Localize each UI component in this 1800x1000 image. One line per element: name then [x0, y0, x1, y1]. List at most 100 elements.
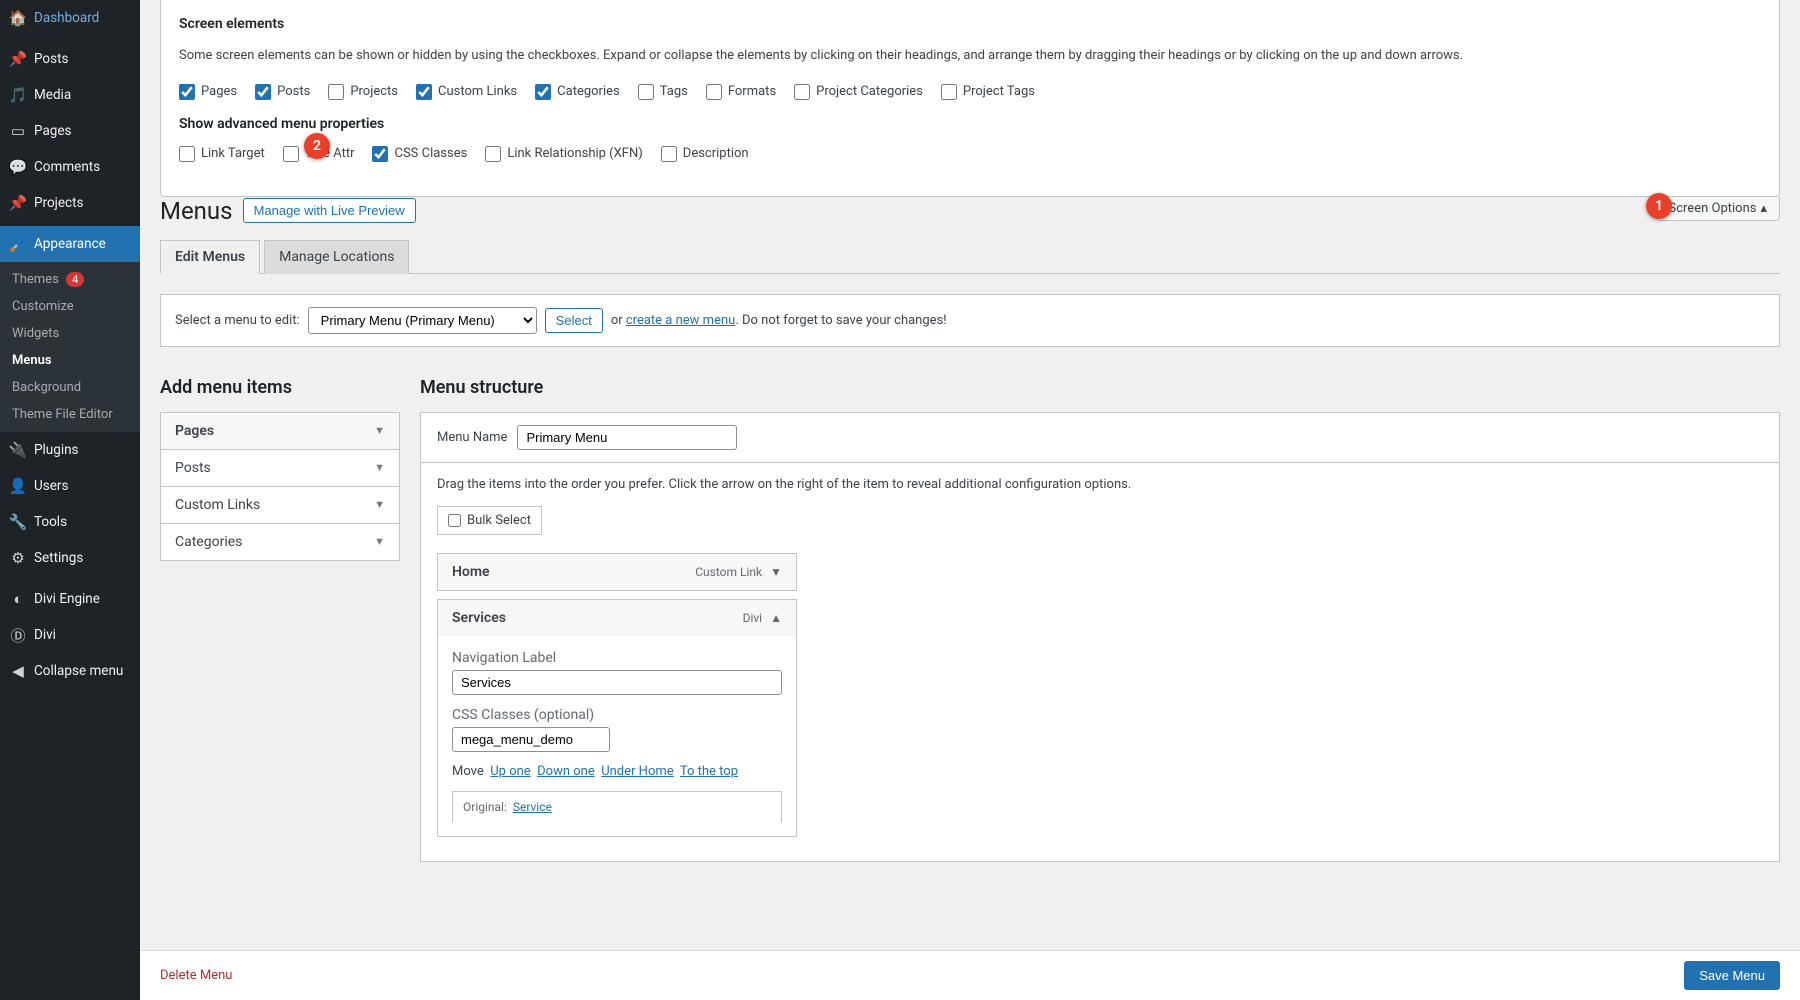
- submenu-background[interactable]: Background: [0, 374, 140, 401]
- move-top-link[interactable]: To the top: [680, 764, 738, 779]
- tab-manage-locations[interactable]: Manage Locations: [264, 240, 409, 274]
- sidebar-label: Appearance: [34, 236, 106, 252]
- original-label: Original:: [463, 800, 507, 814]
- wrench-icon: 🔧: [8, 512, 28, 532]
- bulk-select-checkbox[interactable]: [448, 514, 461, 527]
- appearance-submenu: Themes 4 Customize Widgets Menus Backgro…: [0, 262, 140, 432]
- checkbox-label: Project Tags: [963, 84, 1035, 99]
- sidebar-item-posts[interactable]: 📌 Posts: [0, 41, 140, 77]
- screen-options-tab[interactable]: Screen Options ▴: [1656, 197, 1781, 221]
- sidebar-item-divi[interactable]: Ⓓ Divi: [0, 617, 140, 653]
- checkbox-input[interactable]: [485, 146, 501, 162]
- css-classes-input[interactable]: [452, 727, 610, 752]
- menu-structure-heading: Menu structure: [420, 377, 1780, 398]
- checkbox-input[interactable]: [535, 84, 551, 100]
- or-text: or: [611, 313, 623, 328]
- sidebar-item-dashboard[interactable]: 🏠 Dashboard: [0, 0, 140, 36]
- submenu-menus[interactable]: Menus: [0, 347, 140, 374]
- checkbox-input[interactable]: [372, 146, 388, 162]
- bulk-select-label: Bulk Select: [467, 513, 531, 528]
- checkbox-label: Description: [683, 146, 749, 161]
- menu-item-services: Services Divi ▲ Navigation Label CSS Cla…: [437, 599, 797, 837]
- checkbox-input[interactable]: [255, 84, 271, 100]
- checkbox-row-advanced: Link TargetTitle AttrCSS ClassesLink Rel…: [179, 146, 1761, 162]
- tab-edit-menus[interactable]: Edit Menus: [160, 240, 260, 274]
- checkbox-tags[interactable]: Tags: [638, 84, 688, 100]
- menu-item-header[interactable]: Home Custom Link ▼: [438, 554, 796, 590]
- chevron-down-icon: ▼: [374, 424, 385, 437]
- chevron-up-icon: ▲: [770, 611, 782, 625]
- original-link[interactable]: Service: [513, 800, 552, 814]
- footer-bar: Delete Menu Save Menu: [140, 950, 1800, 1000]
- checkbox-input[interactable]: [661, 146, 677, 162]
- sidebar-item-appearance[interactable]: 🖌️ Appearance: [0, 226, 140, 262]
- checkbox-projects[interactable]: Projects: [328, 84, 398, 100]
- submenu-label: Themes: [12, 272, 59, 287]
- checkbox-input[interactable]: [179, 84, 195, 100]
- checkbox-project-categories[interactable]: Project Categories: [794, 84, 923, 100]
- sidebar-item-settings[interactable]: ⚙ Settings: [0, 540, 140, 576]
- checkbox-input[interactable]: [179, 146, 195, 162]
- accordion-custom-links[interactable]: Custom Links▼: [161, 487, 399, 524]
- checkbox-label: Posts: [277, 84, 310, 99]
- checkbox-input[interactable]: [706, 84, 722, 100]
- accordion-categories[interactable]: Categories▼: [161, 524, 399, 560]
- bulk-select-toggle[interactable]: Bulk Select: [437, 506, 542, 535]
- checkbox-link-relationship-xfn-[interactable]: Link Relationship (XFN): [485, 146, 642, 162]
- sidebar-item-tools[interactable]: 🔧 Tools: [0, 504, 140, 540]
- checkbox-input[interactable]: [638, 84, 654, 100]
- save-menu-button[interactable]: Save Menu: [1684, 961, 1780, 990]
- checkbox-css-classes[interactable]: CSS Classes: [372, 146, 467, 162]
- menu-select-bar: Select a menu to edit: Primary Menu (Pri…: [160, 294, 1780, 347]
- checkbox-categories[interactable]: Categories: [535, 84, 620, 100]
- accordion-pages[interactable]: Pages▼: [161, 413, 399, 450]
- checkbox-posts[interactable]: Posts: [255, 84, 310, 100]
- pin-icon: 📌: [8, 193, 28, 213]
- checkbox-label: Formats: [728, 84, 776, 99]
- sidebar-item-pages[interactable]: ▭ Pages: [0, 113, 140, 149]
- submenu-theme-editor[interactable]: Theme File Editor: [0, 401, 140, 428]
- checkbox-project-tags[interactable]: Project Tags: [941, 84, 1035, 100]
- sidebar-item-collapse[interactable]: ◀ Collapse menu: [0, 653, 140, 689]
- submenu-themes[interactable]: Themes 4: [0, 266, 140, 293]
- sidebar-item-divi-engine[interactable]: ◐ Divi Engine: [0, 581, 140, 617]
- move-under-link[interactable]: Under Home: [601, 764, 673, 779]
- checkbox-description[interactable]: Description: [661, 146, 749, 162]
- delete-menu-link[interactable]: Delete Menu: [160, 968, 232, 983]
- select-button[interactable]: Select: [545, 308, 603, 333]
- checkbox-formats[interactable]: Formats: [706, 84, 776, 100]
- checkbox-custom-links[interactable]: Custom Links: [416, 84, 517, 100]
- submenu-customize[interactable]: Customize: [0, 293, 140, 320]
- checkbox-input[interactable]: [328, 84, 344, 100]
- checkbox-input[interactable]: [794, 84, 810, 100]
- checkbox-label: Custom Links: [438, 84, 517, 99]
- sidebar-item-plugins[interactable]: 🔌 Plugins: [0, 432, 140, 468]
- sidebar-item-users[interactable]: 👤 Users: [0, 468, 140, 504]
- menu-name-input[interactable]: [517, 425, 737, 450]
- create-menu-link[interactable]: create a new menu: [626, 313, 735, 328]
- checkbox-input[interactable]: [941, 84, 957, 100]
- submenu-widgets[interactable]: Widgets: [0, 320, 140, 347]
- nav-label-input[interactable]: [452, 670, 782, 695]
- nav-tabs: Edit Menus Manage Locations: [160, 239, 1780, 274]
- checkbox-input[interactable]: [283, 146, 299, 162]
- checkbox-link-target[interactable]: Link Target: [179, 146, 265, 162]
- pin-icon: 📌: [8, 49, 28, 69]
- move-up-link[interactable]: Up one: [490, 764, 530, 779]
- sidebar-item-projects[interactable]: 📌 Projects: [0, 185, 140, 221]
- checkbox-input[interactable]: [416, 84, 432, 100]
- annotation-1: 1: [1646, 193, 1672, 219]
- menu-item-header[interactable]: Services Divi ▲: [438, 600, 796, 636]
- sidebar-item-comments[interactable]: 💬 Comments: [0, 149, 140, 185]
- checkbox-label: Link Relationship (XFN): [507, 146, 642, 161]
- accordion-posts[interactable]: Posts▼: [161, 450, 399, 487]
- move-down-link[interactable]: Down one: [537, 764, 595, 779]
- structure-hint: Drag the items into the order you prefer…: [437, 477, 1763, 492]
- checkbox-pages[interactable]: Pages: [179, 84, 237, 100]
- sidebar-item-media[interactable]: 🎵 Media: [0, 77, 140, 113]
- annotation-2: 2: [304, 133, 330, 159]
- divi-icon: Ⓓ: [8, 625, 28, 645]
- select-prompt: Select a menu to edit:: [175, 313, 300, 328]
- menu-select[interactable]: Primary Menu (Primary Menu): [308, 307, 537, 334]
- menu-structure-box: Menu Name Drag the items into the order …: [420, 412, 1780, 862]
